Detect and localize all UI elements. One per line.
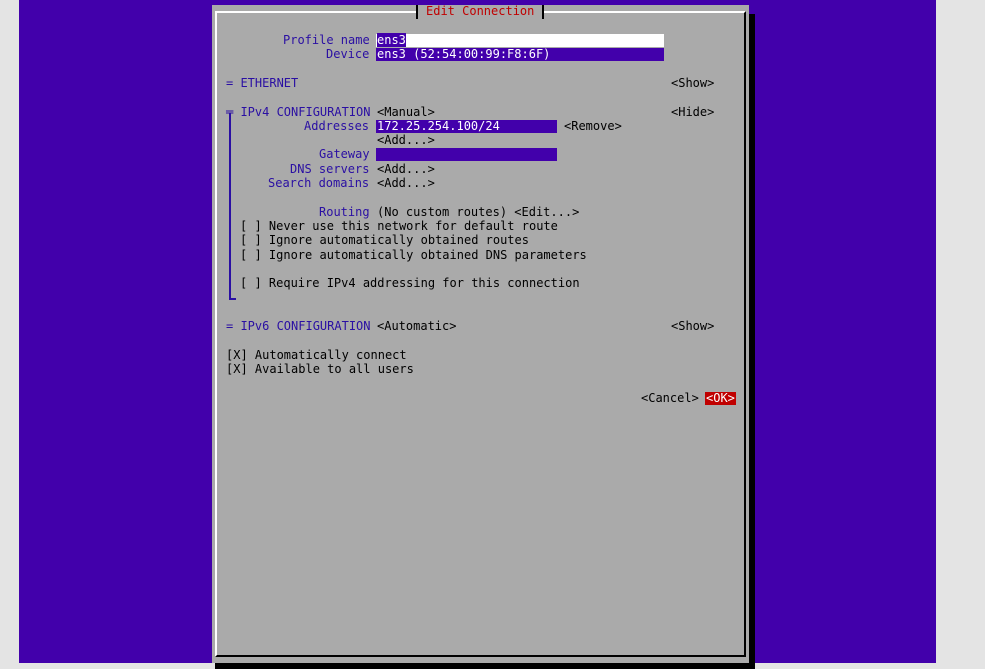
ipv6-mode-select[interactable]: <Automatic>	[377, 319, 456, 333]
add-dns-button[interactable]: <Add...>	[377, 162, 435, 176]
routing-edit-button[interactable]: (No custom routes) <Edit...>	[377, 205, 579, 219]
gateway-field[interactable]	[376, 148, 557, 161]
add-address-button[interactable]: <Add...>	[377, 133, 435, 147]
ethernet-section-label: = ETHERNET	[226, 76, 299, 90]
ignore-routes-checkbox[interactable]: [ ] Ignore automatically obtained routes	[240, 233, 529, 247]
ipv4-mode-select[interactable]: <Manual>	[377, 105, 435, 119]
add-search-domain-button[interactable]: <Add...>	[377, 176, 435, 190]
search-domains-label: Search domains	[268, 176, 370, 190]
ipv6-show-button[interactable]: <Show>	[671, 319, 714, 333]
ethernet-show-button[interactable]: <Show>	[671, 76, 714, 90]
ipv4-section-bracket	[229, 113, 231, 300]
require-ipv4-checkbox[interactable]: [ ] Require IPv4 addressing for this con…	[240, 276, 580, 290]
all-users-checkbox[interactable]: [X] Available to all users	[226, 362, 414, 376]
dns-servers-label: DNS servers	[290, 162, 370, 176]
device-label: Device	[326, 47, 370, 61]
cancel-button[interactable]: <Cancel>	[641, 391, 699, 405]
ok-button[interactable]: <OK>	[705, 392, 736, 405]
device-field[interactable]: ens3 (52:54:00:99:F8:6F)	[376, 48, 664, 61]
gateway-label: Gateway	[319, 147, 370, 161]
ipv4-section-label: ╤ IPv4 CONFIGURATION	[226, 105, 371, 119]
addresses-label: Addresses	[304, 119, 370, 133]
profile-name-field[interactable]: ens3	[376, 33, 664, 47]
dialog-title: Edit Connection	[416, 5, 545, 19]
edit-connection-dialog: Edit Connection Profile name ens3 Device…	[212, 5, 749, 663]
ipv4-hide-button[interactable]: <Hide>	[671, 105, 714, 119]
profile-name-label: Profile name	[283, 33, 370, 47]
auto-connect-checkbox[interactable]: [X] Automatically connect	[226, 348, 407, 362]
routing-label: Routing	[319, 205, 370, 219]
never-default-route-checkbox[interactable]: [ ] Never use this network for default r…	[240, 219, 558, 233]
ignore-dns-checkbox[interactable]: [ ] Ignore automatically obtained DNS pa…	[240, 248, 587, 262]
remove-address-button[interactable]: <Remove>	[564, 119, 622, 133]
ipv4-section-bracket-end	[229, 298, 236, 300]
profile-name-value: ens3	[377, 33, 406, 47]
ipv6-section-label: = IPv6 CONFIGURATION	[226, 319, 371, 333]
address-field[interactable]: 172.25.254.100/24	[376, 120, 557, 133]
